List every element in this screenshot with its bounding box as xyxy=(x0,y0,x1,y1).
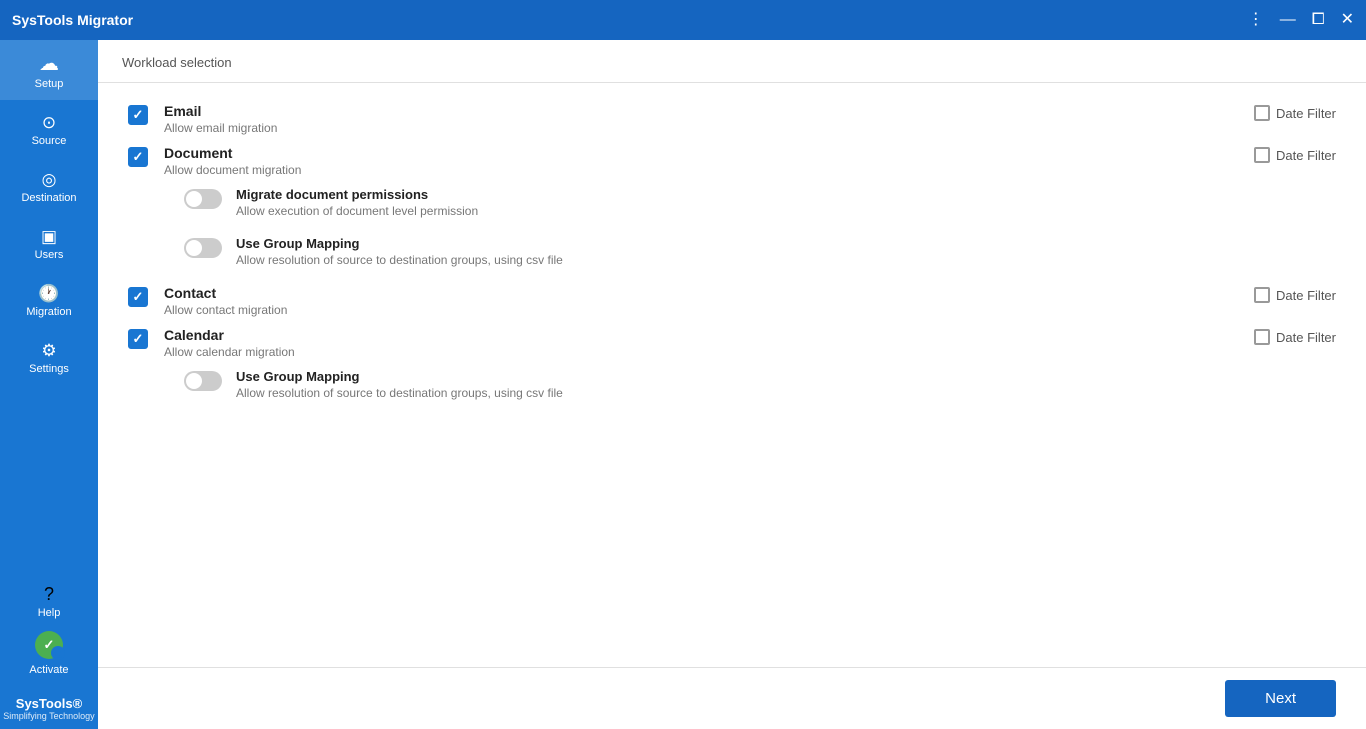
sidebar-label-help: Help xyxy=(38,607,61,619)
sidebar-item-source[interactable]: ⊙ Source xyxy=(0,100,98,157)
sidebar-item-users[interactable]: ▣ Users xyxy=(0,214,98,271)
email-date-filter-checkbox[interactable] xyxy=(1254,105,1270,121)
calendar-date-filter: Date Filter xyxy=(1254,327,1336,345)
brand-sub: Simplifying Technology xyxy=(3,711,94,721)
maximize-button[interactable]: ⧠ xyxy=(1312,12,1325,28)
app-body: ☁ Setup ⊙ Source ◎ Destination ▣ Users 🕐… xyxy=(0,40,1366,729)
systools-logo: SysTools® Simplifying Technology xyxy=(3,686,94,729)
sidebar-item-help[interactable]: ? Help xyxy=(0,571,98,627)
document-date-filter: Date Filter xyxy=(1254,145,1336,163)
contact-checkbox[interactable] xyxy=(128,287,148,307)
titlebar: SysTools Migrator ⋮ — ⧠ ✕ xyxy=(0,0,1366,40)
next-button[interactable]: Next xyxy=(1225,680,1336,717)
activate-check-icon: 👤 xyxy=(35,631,63,659)
sidebar-item-settings[interactable]: ⚙ Settings xyxy=(0,328,98,385)
calendar-row: Calendar Allow calendar migration Date F… xyxy=(128,327,1336,359)
content-header: Workload selection xyxy=(98,40,1366,83)
users-icon: ▣ xyxy=(41,228,57,245)
email-checkbox[interactable] xyxy=(128,105,148,125)
contact-date-filter-checkbox[interactable] xyxy=(1254,287,1270,303)
document-date-filter-label: Date Filter xyxy=(1276,148,1336,163)
window-controls: ⋮ — ⧠ ✕ xyxy=(1248,12,1354,28)
contact-desc: Allow contact migration xyxy=(164,303,1194,317)
calendar-checkbox[interactable] xyxy=(128,329,148,349)
main-content: Workload selection Email Allow email mig… xyxy=(98,40,1366,729)
sidebar-label-source: Source xyxy=(32,135,67,147)
calendar-date-filter-label: Date Filter xyxy=(1276,330,1336,345)
brand-name: SysTools® xyxy=(3,696,94,711)
sidebar-label-activate: Activate xyxy=(29,664,68,676)
doc-permissions-name: Migrate document permissions xyxy=(236,187,478,202)
cal-group-mapping-info: Use Group Mapping Allow resolution of so… xyxy=(236,369,563,400)
sidebar-label-migration: Migration xyxy=(26,306,71,318)
content-footer: Next xyxy=(98,667,1366,729)
document-name: Document xyxy=(164,145,1194,161)
setup-icon: ☁ xyxy=(39,54,59,74)
sidebar-label-settings: Settings xyxy=(29,363,69,375)
document-row: Document Allow document migration Date F… xyxy=(128,145,1336,177)
sidebar-item-migration[interactable]: 🕐 Migration xyxy=(0,271,98,328)
minimize-button[interactable]: — xyxy=(1280,12,1296,28)
sidebar-item-destination[interactable]: ◎ Destination xyxy=(0,157,98,214)
document-info: Document Allow document migration xyxy=(164,145,1194,177)
email-left: Email Allow email migration xyxy=(128,103,1194,135)
sidebar-label-users: Users xyxy=(35,249,64,261)
doc-group-mapping-toggle[interactable] xyxy=(184,238,222,258)
document-checkbox[interactable] xyxy=(128,147,148,167)
calendar-info: Calendar Allow calendar migration xyxy=(164,327,1194,359)
page-title: Workload selection xyxy=(122,55,232,70)
document-section: Document Allow document migration Date F… xyxy=(128,145,1336,267)
menu-button[interactable]: ⋮ xyxy=(1248,12,1264,28)
calendar-date-filter-checkbox[interactable] xyxy=(1254,329,1270,345)
sidebar-bottom: ? Help 👤 Activate SysTools® Simplifying … xyxy=(0,571,98,729)
calendar-desc: Allow calendar migration xyxy=(164,345,1194,359)
email-date-filter: Date Filter xyxy=(1254,103,1336,121)
doc-permissions-toggle[interactable] xyxy=(184,189,222,209)
settings-icon: ⚙ xyxy=(41,342,56,359)
contact-date-filter-label: Date Filter xyxy=(1276,288,1336,303)
contact-left: Contact Allow contact migration xyxy=(128,285,1194,317)
contact-info: Contact Allow contact migration xyxy=(164,285,1194,317)
calendar-section: Calendar Allow calendar migration Date F… xyxy=(128,327,1336,400)
email-date-filter-label: Date Filter xyxy=(1276,106,1336,121)
source-icon: ⊙ xyxy=(42,114,56,131)
sidebar: ☁ Setup ⊙ Source ◎ Destination ▣ Users 🕐… xyxy=(0,40,98,729)
content-body: Email Allow email migration Date Filter xyxy=(98,83,1366,667)
calendar-left: Calendar Allow calendar migration xyxy=(128,327,1194,359)
contact-date-filter: Date Filter xyxy=(1254,285,1336,303)
sidebar-item-activate[interactable]: 👤 Activate xyxy=(0,627,98,686)
cal-group-mapping-item: Use Group Mapping Allow resolution of so… xyxy=(184,369,1336,400)
email-info: Email Allow email migration xyxy=(164,103,1194,135)
doc-permissions-desc: Allow execution of document level permis… xyxy=(236,204,478,218)
cal-group-mapping-toggle[interactable] xyxy=(184,371,222,391)
email-section: Email Allow email migration Date Filter xyxy=(128,103,1336,135)
email-row: Email Allow email migration Date Filter xyxy=(128,103,1336,135)
calendar-name: Calendar xyxy=(164,327,1194,343)
sidebar-label-destination: Destination xyxy=(21,192,76,204)
cal-group-mapping-desc: Allow resolution of source to destinatio… xyxy=(236,386,563,400)
doc-permissions-item: Migrate document permissions Allow execu… xyxy=(184,187,1336,218)
document-date-filter-checkbox[interactable] xyxy=(1254,147,1270,163)
sidebar-item-setup[interactable]: ☁ Setup xyxy=(0,40,98,100)
contact-section: Contact Allow contact migration Date Fil… xyxy=(128,285,1336,317)
email-name: Email xyxy=(164,103,1194,119)
app-title: SysTools Migrator xyxy=(12,12,1248,28)
contact-name: Contact xyxy=(164,285,1194,301)
help-icon: ? xyxy=(44,585,54,603)
contact-row: Contact Allow contact migration Date Fil… xyxy=(128,285,1336,317)
close-button[interactable]: ✕ xyxy=(1341,12,1354,28)
migration-icon: 🕐 xyxy=(38,285,59,302)
destination-icon: ◎ xyxy=(42,171,57,188)
document-desc: Allow document migration xyxy=(164,163,1194,177)
sidebar-label-setup: Setup xyxy=(35,78,64,90)
doc-permissions-info: Migrate document permissions Allow execu… xyxy=(236,187,478,218)
document-left: Document Allow document migration xyxy=(128,145,1194,177)
email-desc: Allow email migration xyxy=(164,121,1194,135)
doc-group-mapping-name: Use Group Mapping xyxy=(236,236,563,251)
doc-group-mapping-item: Use Group Mapping Allow resolution of so… xyxy=(184,236,1336,267)
doc-group-mapping-info: Use Group Mapping Allow resolution of so… xyxy=(236,236,563,267)
cal-group-mapping-name: Use Group Mapping xyxy=(236,369,563,384)
doc-group-mapping-desc: Allow resolution of source to destinatio… xyxy=(236,253,563,267)
